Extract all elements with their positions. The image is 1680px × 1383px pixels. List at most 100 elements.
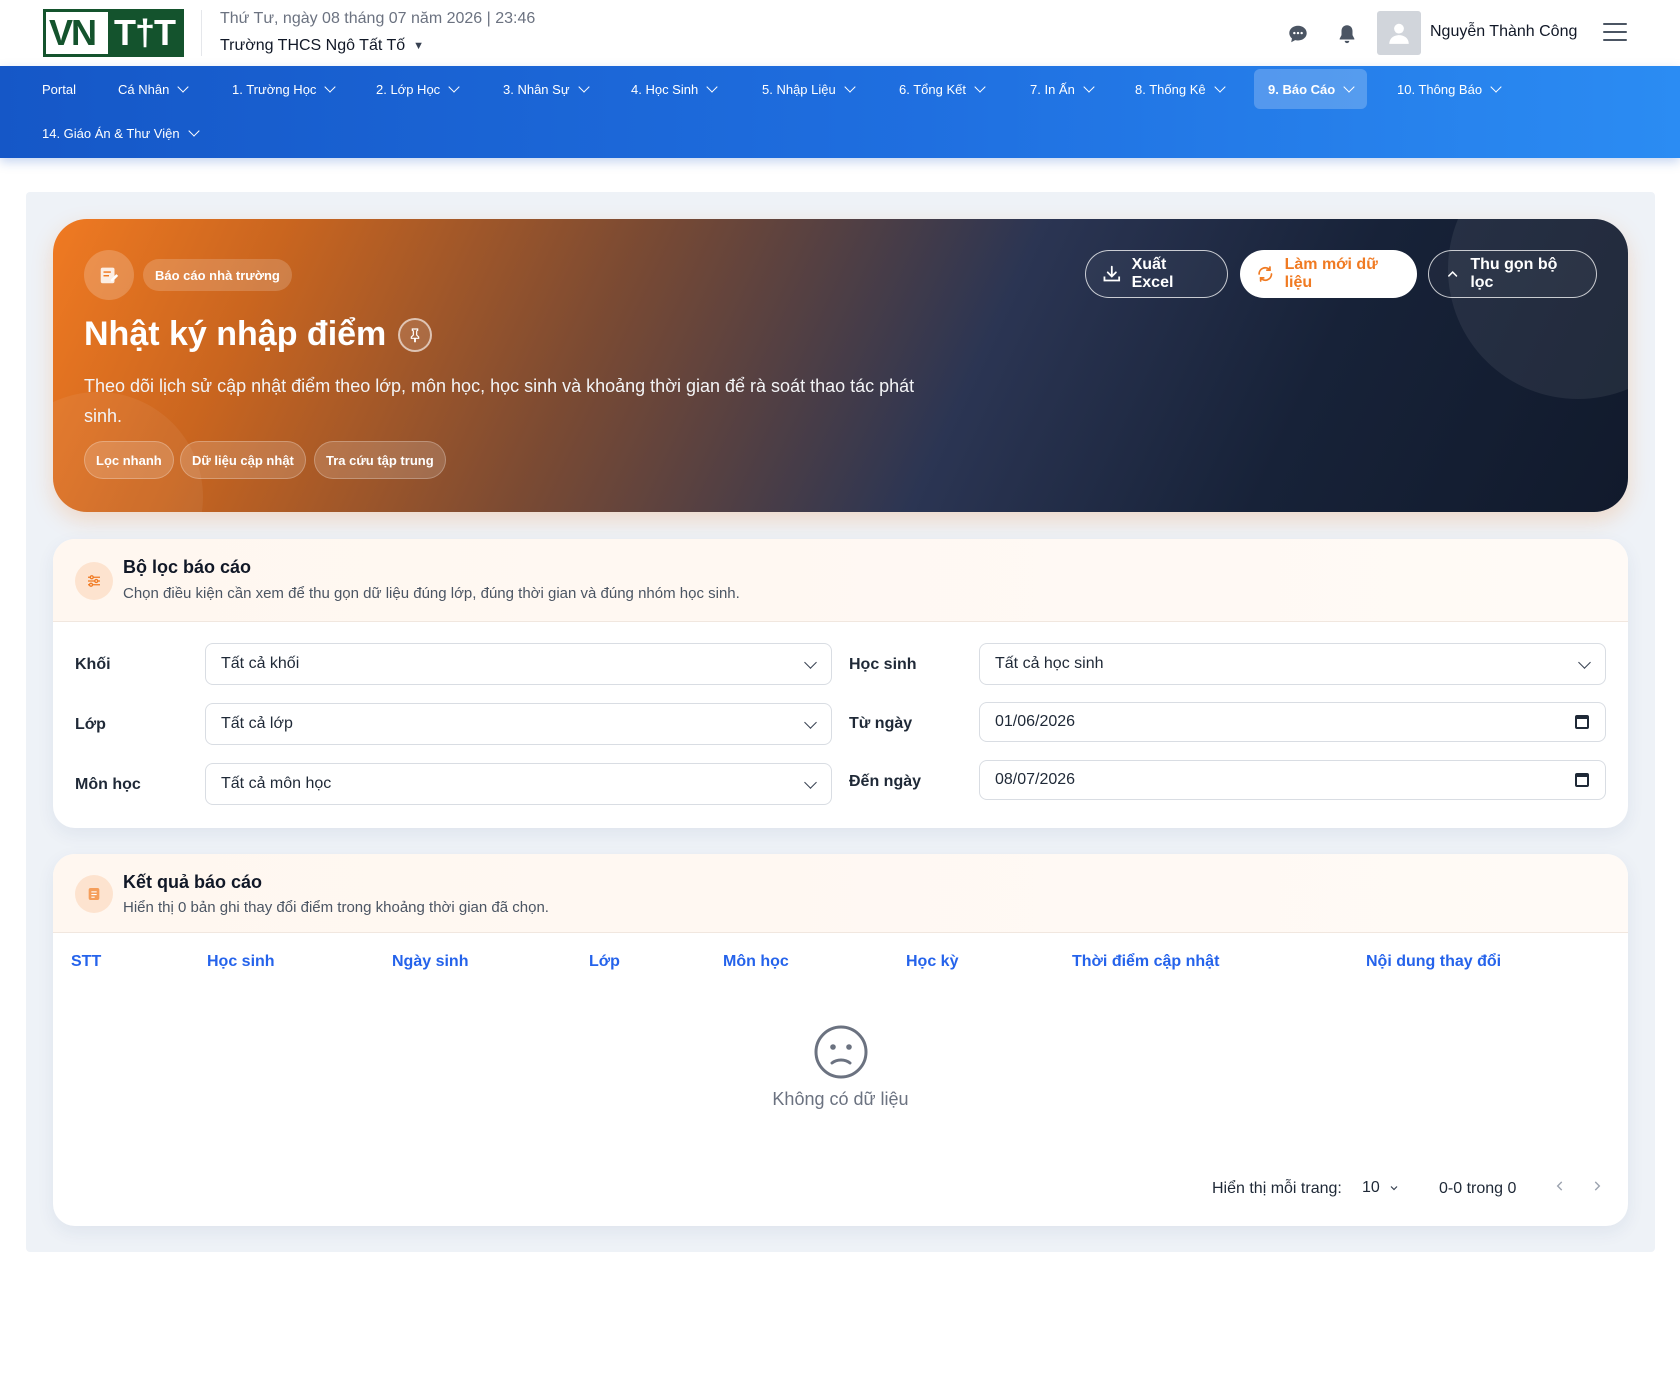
nav-ca-nhan[interactable]: Cá Nhân [104,69,201,109]
filter-card-header: Bộ lọc báo cáo Chọn điều kiện cần xem để… [53,539,1628,622]
subject-value: Tất cả môn học [221,775,332,792]
nav-label: 6. Tổng Kết [899,81,966,97]
document-icon [75,875,113,913]
caret-down-icon: ▼ [413,40,425,52]
nav-label: 2. Lớp Học [376,81,441,97]
hero-banner: Báo cáo nhà trường Nhật ký nhập điểm The… [53,219,1628,512]
from-date-value: 01/06/2026 [995,713,1076,730]
refresh-data-button[interactable]: Làm mới dữ liệu [1240,250,1417,298]
chevron-down-icon [804,656,817,669]
chevron-down-icon [844,81,856,93]
nav-giao-an[interactable]: 14. Giáo Án & Thư Viện [28,113,212,153]
sliders-icon [75,562,113,600]
chevron-down-icon [1083,81,1095,93]
chevron-right-icon [1594,1181,1601,1191]
chevron-down-icon [1390,1186,1398,1191]
header-divider [201,10,202,56]
filter-card: Bộ lọc báo cáo Chọn điều kiện cần xem để… [53,539,1628,828]
nav-bao-cao[interactable]: 9. Báo Cáo [1254,69,1368,109]
nav-in-an[interactable]: 7. In Ấn [1016,69,1107,109]
nav-lop-hoc[interactable]: 2. Lớp Học [362,69,472,109]
nav-label: 14. Giáo Án & Thư Viện [42,125,180,141]
nav-thong-ke[interactable]: 8. Thống Kê [1121,69,1238,109]
bell-icon[interactable] [1335,22,1359,46]
export-excel-label: Xuất Excel [1131,256,1174,291]
chevron-up-icon [1448,271,1458,277]
col-birthdate[interactable]: Ngày sinh [392,953,468,971]
current-datetime: Thứ Tư, ngày 08 tháng 07 năm 2026 | 23:4… [220,10,536,27]
pin-icon[interactable] [398,317,433,352]
col-updated-at[interactable]: Thời điểm cập nhật [1072,953,1219,971]
school-selector[interactable]: Trường THCS Ngô Tất Tố ▼ [220,37,424,55]
col-semester[interactable]: Học kỳ [906,953,958,971]
calendar-icon[interactable] [1575,773,1589,787]
chip-quick-filter[interactable]: Lọc nhanh [84,441,174,479]
page-range: 0-0 trong 0 [1439,1180,1517,1197]
chevron-down-icon [706,81,718,93]
refresh-icon [1258,266,1273,282]
col-subject[interactable]: Môn học [723,953,789,971]
grade-label: Khối [75,656,111,673]
filter-subtitle: Chọn điều kiện cần xem để thu gọn dữ liệ… [123,585,740,602]
collapse-filter-label: Thu gọn bộ lọc [1470,256,1558,291]
chip-updated-data[interactable]: Dữ liệu cập nhật [180,441,306,479]
collapse-filter-button[interactable]: Thu gọn bộ lọc [1428,250,1597,298]
nav-nhap-lieu[interactable]: 5. Nhập Liệu [748,69,868,109]
col-change-content[interactable]: Nội dung thay đổi [1366,953,1501,971]
prev-page-button[interactable] [1553,1179,1567,1198]
chip-focused-lookup[interactable]: Tra cứu tập trung [314,441,446,479]
export-excel-button[interactable]: Xuất Excel [1085,250,1228,298]
chevron-down-icon [1343,81,1355,93]
col-student[interactable]: Học sinh [207,953,275,971]
nav-label: 1. Trường Học [232,81,317,97]
col-stt[interactable]: STT [71,953,101,971]
from-date-input[interactable]: 01/06/2026 [979,702,1606,742]
nav-label: 3. Nhân Sự [503,81,570,97]
chevron-left-icon [1556,1181,1563,1191]
page-title: Nhật ký nhập điểm [84,315,433,354]
chevron-down-icon [177,81,189,93]
from-date-label: Từ ngày [849,715,913,732]
to-date-input[interactable]: 08/07/2026 [979,760,1606,800]
student-select[interactable]: Tất cả học sinh [979,643,1606,685]
to-date-label: Đến ngày [849,773,922,790]
chat-icon[interactable] [1286,22,1310,46]
nav-label: 9. Báo Cáo [1268,81,1336,97]
filter-title: Bộ lọc báo cáo [123,557,252,577]
subject-select[interactable]: Tất cả môn học [205,763,832,805]
nav-tong-ket[interactable]: 6. Tổng Kết [885,69,998,109]
user-name[interactable]: Nguyễn Thành Công [1430,23,1577,41]
chevron-down-icon [974,81,986,93]
app-logo[interactable]: VN T†T [43,9,184,57]
class-select[interactable]: Tất cả lớp [205,703,832,745]
nav-portal[interactable]: Portal [28,69,90,109]
chevron-down-icon [577,81,590,93]
hero-badge: Báo cáo nhà trường [143,259,292,291]
results-title: Kết quả báo cáo [123,872,263,892]
nav-nhan-su[interactable]: 3. Nhân Sự [489,69,602,109]
nav-thong-bao[interactable]: 10. Thông Báo [1383,69,1514,109]
next-page-button[interactable] [1590,1179,1604,1198]
chevron-down-icon [187,125,200,137]
menu-icon[interactable] [1603,23,1627,43]
per-page-select[interactable]: 10 [1362,1179,1400,1197]
top-header: VN T†T Thứ Tư, ngày 08 tháng 07 năm 2026… [0,0,1680,66]
nav-hoc-sinh[interactable]: 4. Học Sinh [617,69,730,109]
chevron-down-icon [1578,656,1591,669]
calendar-icon[interactable] [1575,715,1589,729]
nav-label: 10. Thông Báo [1397,81,1483,97]
page-description: Theo dõi lịch sử cập nhật điểm theo lớp,… [84,376,915,426]
avatar[interactable] [1377,11,1421,55]
grade-select[interactable]: Tất cả khối [205,643,832,685]
chevron-down-icon [804,716,817,729]
class-value: Tất cả lớp [221,715,293,732]
per-page-label: Hiển thị mỗi trang: [1212,1180,1342,1197]
school-name: Trường THCS Ngô Tất Tố [220,37,406,54]
nav-truong-hoc[interactable]: 1. Trường Học [218,69,348,109]
results-card: Kết quả báo cáo Hiển thị 0 bản ghi thay … [53,854,1628,1226]
nav-label: 5. Nhập Liệu [762,81,836,97]
results-card-header: Kết quả báo cáo Hiển thị 0 bản ghi thay … [53,854,1628,933]
student-label: Học sinh [849,656,917,673]
col-class[interactable]: Lớp [589,953,620,971]
refresh-data-label: Làm mới dữ liệu [1284,256,1378,291]
